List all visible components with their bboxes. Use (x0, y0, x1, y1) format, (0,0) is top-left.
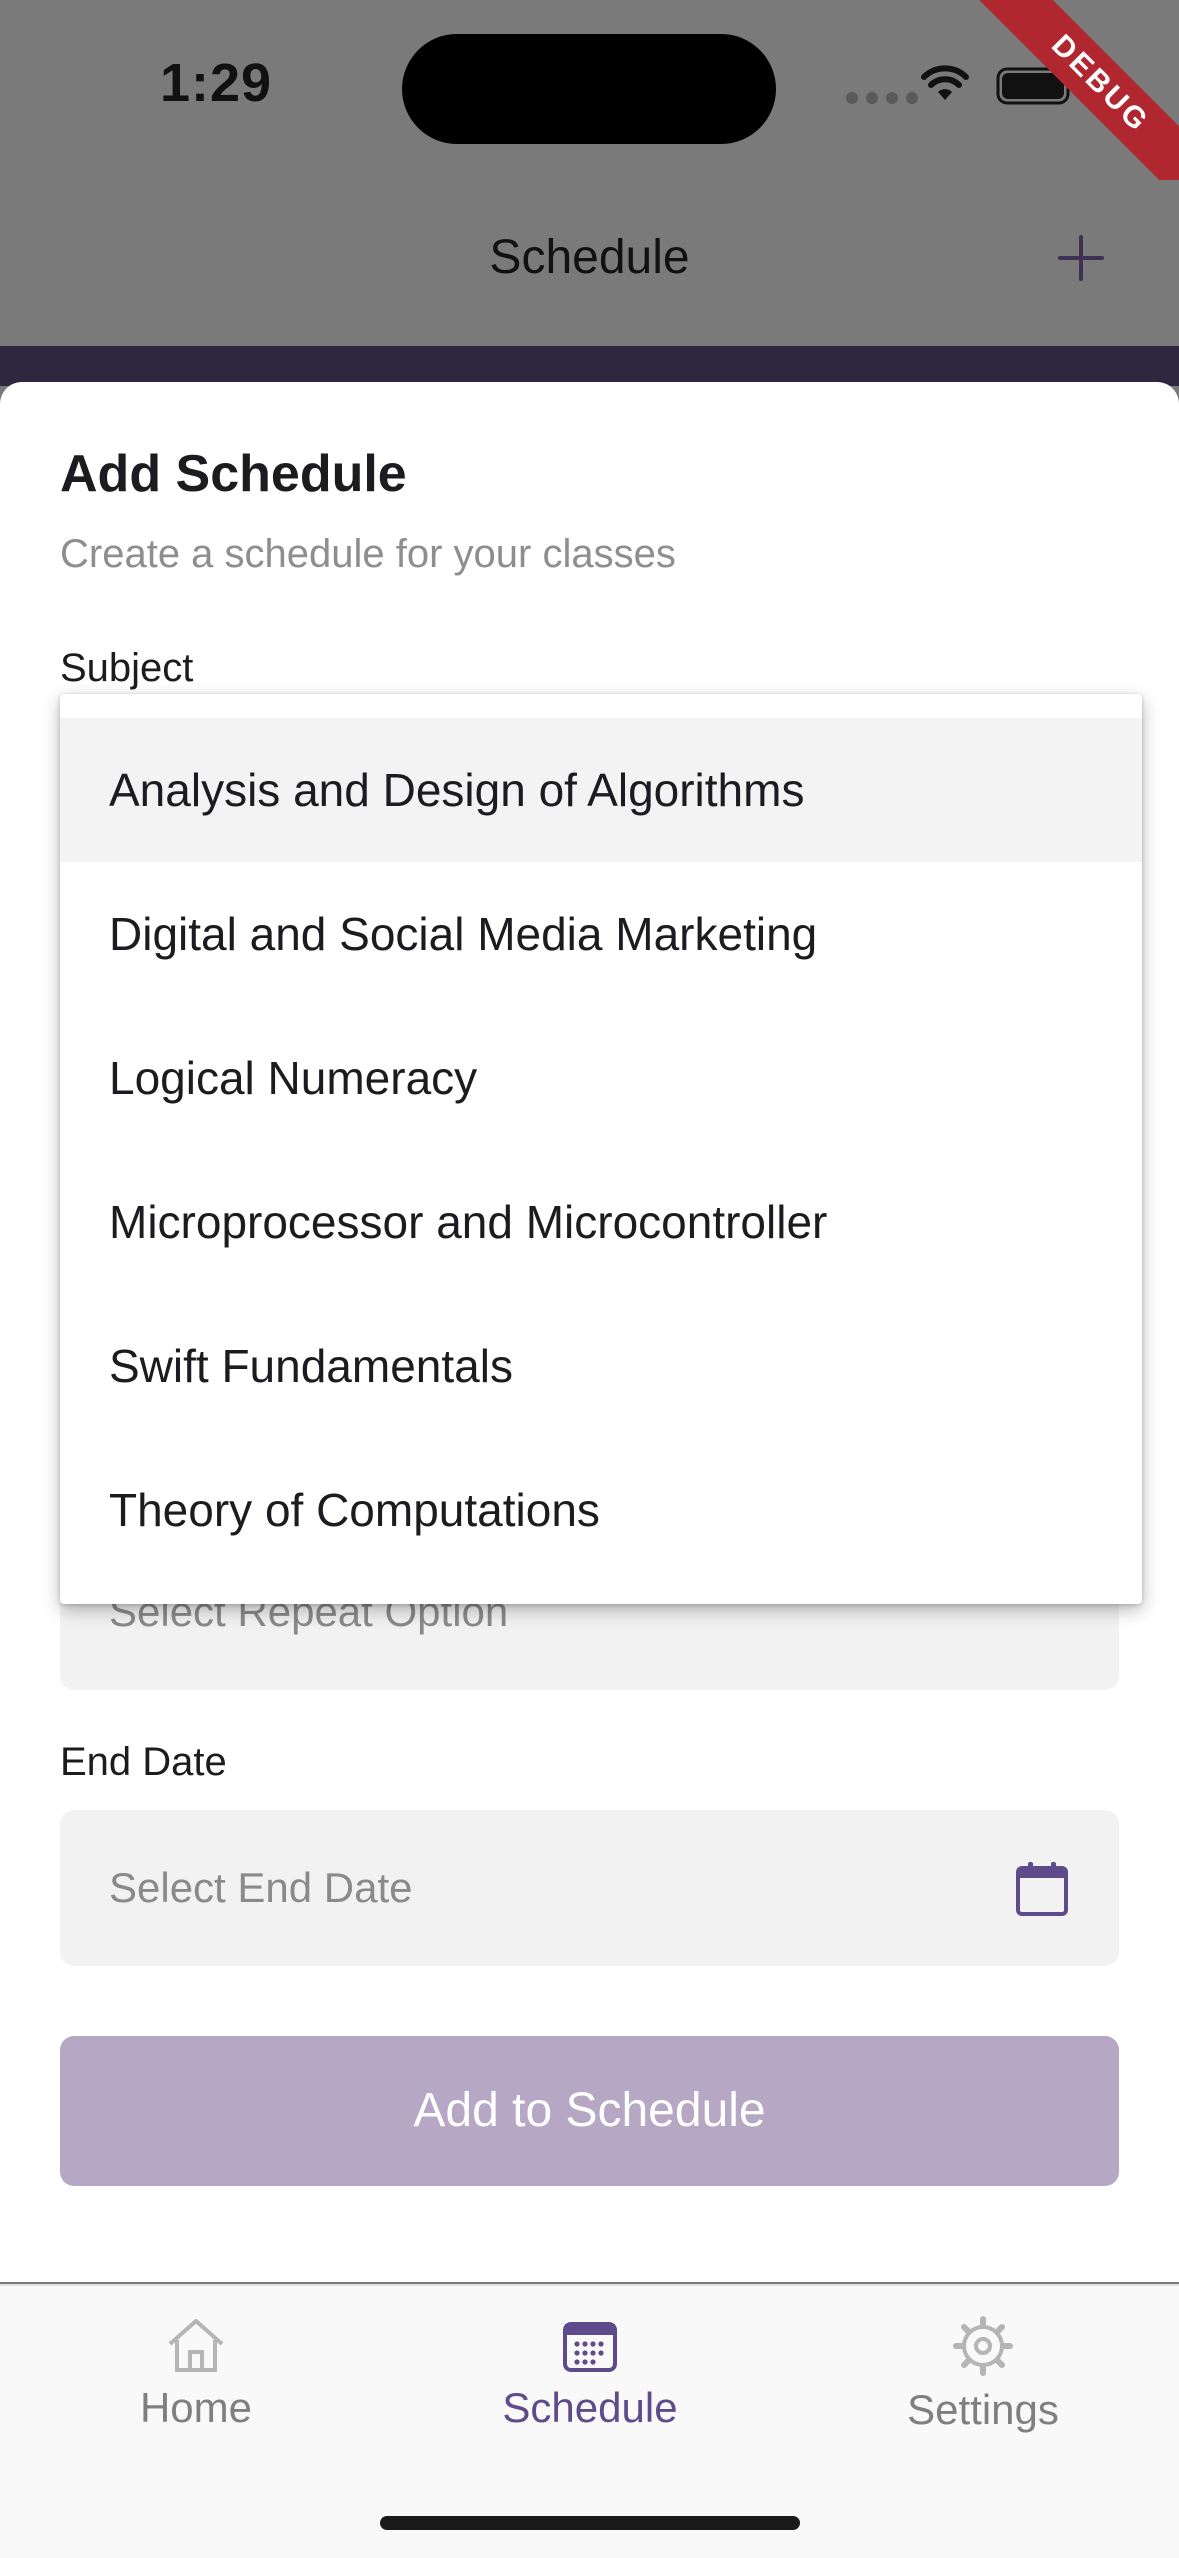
nav-home[interactable]: Home (46, 2316, 346, 2432)
dropdown-item[interactable]: Microprocessor and Microcontroller (60, 1150, 1142, 1294)
sheet-title: Add Schedule (60, 445, 407, 503)
nav-home-label: Home (139, 2384, 253, 2431)
dropdown-item[interactable]: Analysis and Design of Algorithms (60, 718, 1142, 862)
home-indicator (380, 2516, 800, 2530)
gear-icon (953, 2316, 1013, 2376)
subject-dropdown-menu: Analysis and Design of Algorithms Digita… (60, 694, 1142, 1604)
add-to-schedule-button[interactable]: Add to Schedule (60, 2036, 1119, 2186)
status-bar: 1:29 DEBUG (0, 0, 1179, 220)
calendar-icon (563, 2322, 617, 2372)
dynamic-island (402, 34, 776, 144)
dropdown-item[interactable]: Logical Numeracy (60, 1006, 1142, 1150)
wifi-icon (921, 65, 969, 100)
dropdown-item[interactable]: Digital and Social Media Marketing (60, 862, 1142, 1006)
status-time: 1:29 (160, 53, 273, 113)
sheet-subtitle: Create a schedule for your classes (60, 532, 676, 576)
nav-settings-label: Settings (907, 2386, 1059, 2433)
nav-schedule-label: Schedule (502, 2384, 678, 2431)
end-date-field[interactable]: Select End Date (60, 1810, 1119, 1966)
calendar-icon[interactable] (1015, 1860, 1069, 1918)
page-title: Schedule (489, 231, 690, 284)
header-strip (0, 346, 1179, 386)
home-icon (168, 2319, 224, 2372)
end-date-label: End Date (60, 1740, 227, 1784)
dropdown-item[interactable]: Swift Fundamentals (60, 1294, 1142, 1438)
nav-schedule[interactable]: Schedule (440, 2316, 740, 2432)
app-bar: Schedule (0, 180, 1179, 346)
signal-icon (846, 92, 918, 104)
dropdown-item[interactable]: Theory of Computations (60, 1438, 1142, 1582)
plus-icon[interactable] (1056, 233, 1106, 283)
subject-label: Subject (60, 646, 194, 690)
nav-settings[interactable]: Settings (833, 2316, 1133, 2434)
end-date-placeholder: Select End Date (109, 1864, 413, 1911)
